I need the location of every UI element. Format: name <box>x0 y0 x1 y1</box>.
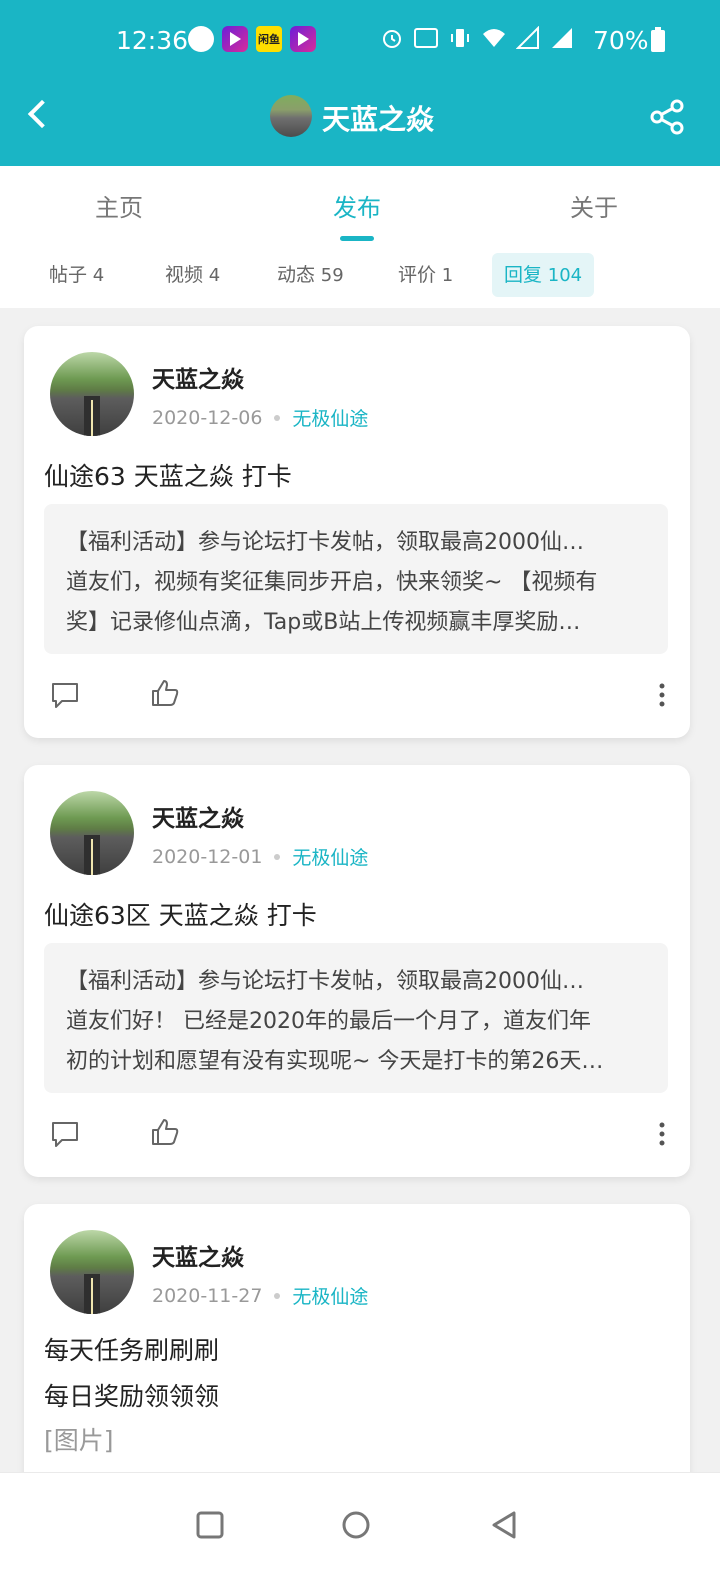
subtab-count: 104 <box>547 265 583 286</box>
signal-icon-2 <box>552 28 572 48</box>
quote-line: 道友们好！ 已经是2020年的最后一个月了，道友们年 <box>66 1009 591 1034</box>
author-name[interactable]: 天蓝之焱 <box>152 1238 244 1272</box>
quote-line: 【福利活动】参与论坛打卡发帖，领取最高2000仙… <box>66 969 584 994</box>
signal-icon <box>516 26 539 49</box>
more-options-icon[interactable] <box>652 1119 672 1149</box>
subtab-reviews[interactable]: 评价 1 <box>386 253 465 297</box>
forum-link[interactable]: 无极仙途 <box>292 843 368 870</box>
separator-dot <box>274 1292 281 1299</box>
subtab-count: 4 <box>208 265 221 286</box>
battery-icon <box>651 27 665 52</box>
post-actions <box>24 1115 690 1155</box>
tab-home[interactable]: 主页 <box>95 188 143 223</box>
globe-app-icon <box>188 26 214 52</box>
subtab-count: 1 <box>441 265 454 286</box>
subtab-label: 动态 <box>277 264 316 286</box>
battery-percent: 70% <box>593 26 649 55</box>
image-placeholder[interactable]: [图片] <box>44 1418 114 1464</box>
subtab-videos[interactable]: 视频 4 <box>153 253 232 297</box>
volte-icon <box>414 28 438 48</box>
comment-icon[interactable] <box>50 1119 80 1149</box>
separator-dot <box>274 853 281 860</box>
subtab-label: 评价 <box>398 264 437 286</box>
system-nav-bar <box>0 1472 720 1585</box>
notification-icons: 闲鱼 <box>188 26 316 52</box>
system-icons <box>380 26 574 50</box>
more-options-icon[interactable] <box>652 680 672 710</box>
share-icon[interactable] <box>646 96 688 138</box>
post-card[interactable]: 天蓝之焱 2020-12-01 无极仙途 仙途63区 天蓝之焱 打卡 【福利活动… <box>24 765 690 1177</box>
like-icon[interactable] <box>150 678 180 708</box>
active-tab-indicator <box>340 236 374 241</box>
subtab-moments[interactable]: 动态 59 <box>265 253 356 297</box>
avatar[interactable] <box>50 1230 134 1314</box>
subtab-label: 帖子 <box>49 264 88 286</box>
post-date: 2020-12-01 <box>152 845 263 868</box>
comment-icon[interactable] <box>50 680 80 710</box>
post-card[interactable]: 天蓝之焱 2020-12-06 无极仙途 仙途63 天蓝之焱 打卡 【福利活动】… <box>24 326 690 738</box>
quote-line: 初的计划和愿望有没有实现呢~ 今天是打卡的第26天… <box>66 1049 604 1074</box>
post-meta: 2020-11-27 无极仙途 <box>152 1282 368 1309</box>
top-bar: 12:36 闲鱼 70% 天蓝之焱 <box>0 0 720 166</box>
status-time: 12:36 <box>116 26 189 55</box>
status-bar: 12:36 闲鱼 70% <box>0 22 720 62</box>
header-avatar <box>270 95 312 137</box>
subtab-label: 回复 <box>504 264 543 286</box>
author-name[interactable]: 天蓝之焱 <box>152 360 244 394</box>
post-meta: 2020-12-01 无极仙途 <box>152 843 368 870</box>
avatar[interactable] <box>50 791 134 875</box>
subtab-count: 59 <box>320 265 344 286</box>
video-app-icon <box>222 26 248 52</box>
author-name[interactable]: 天蓝之焱 <box>152 799 244 833</box>
forum-link[interactable]: 无极仙途 <box>292 1282 368 1309</box>
subtab-replies[interactable]: 回复 104 <box>492 253 595 297</box>
subtab-count: 4 <box>92 265 105 286</box>
back-button[interactable] <box>22 96 58 136</box>
post-title[interactable]: 仙途63区 天蓝之焱 打卡 <box>44 893 317 939</box>
quoted-post[interactable]: 【福利活动】参与论坛打卡发帖，领取最高2000仙… 道友们好！ 已经是2020年… <box>44 943 668 1093</box>
tab-posts[interactable]: 发布 <box>333 188 381 223</box>
post-card[interactable]: 天蓝之焱 2020-11-27 无极仙途 每天任务刷刷刷 每日奖励领领领 [图片… <box>24 1204 690 1504</box>
vibrate-icon <box>451 29 469 47</box>
avatar[interactable] <box>50 352 134 436</box>
post-actions <box>24 676 690 716</box>
subtab-posts[interactable]: 帖子 4 <box>37 253 116 297</box>
quote-line: 奖】记录修仙点滴，Tap或B站上传视频赢丰厚奖励… <box>66 610 581 635</box>
quote-line: 道友们，视频有奖征集同步开启，快来领奖~ 【视频有 <box>66 570 598 595</box>
separator-dot <box>274 414 281 421</box>
like-icon[interactable] <box>150 1117 180 1147</box>
post-meta: 2020-12-06 无极仙途 <box>152 404 368 431</box>
sub-tabs: 帖子 4 视频 4 动态 59 评价 1 回复 104 <box>0 242 720 308</box>
post-title[interactable]: 每天任务刷刷刷 <box>44 1328 219 1374</box>
post-title[interactable]: 仙途63 天蓝之焱 打卡 <box>44 454 292 500</box>
video-app-icon-2 <box>290 26 316 52</box>
back-nav-icon[interactable] <box>484 1505 524 1545</box>
recents-icon[interactable] <box>190 1505 230 1545</box>
alarm-icon <box>383 30 401 48</box>
post-date: 2020-11-27 <box>152 1284 263 1307</box>
forum-link[interactable]: 无极仙途 <box>292 404 368 431</box>
wifi-icon <box>483 29 505 47</box>
post-date: 2020-12-06 <box>152 406 263 429</box>
quote-line: 【福利活动】参与论坛打卡发帖，领取最高2000仙… <box>66 530 584 555</box>
xianyu-app-icon: 闲鱼 <box>256 26 282 52</box>
quoted-post[interactable]: 【福利活动】参与论坛打卡发帖，领取最高2000仙… 道友们，视频有奖征集同步开启… <box>44 504 668 654</box>
tab-about[interactable]: 关于 <box>570 188 618 223</box>
home-icon[interactable] <box>336 1505 376 1545</box>
main-tabs: 主页 发布 关于 <box>0 166 720 243</box>
post-title-line-2[interactable]: 每日奖励领领领 <box>44 1374 219 1420</box>
page-title: 天蓝之焱 <box>322 103 435 136</box>
subtab-label: 视频 <box>165 264 204 286</box>
